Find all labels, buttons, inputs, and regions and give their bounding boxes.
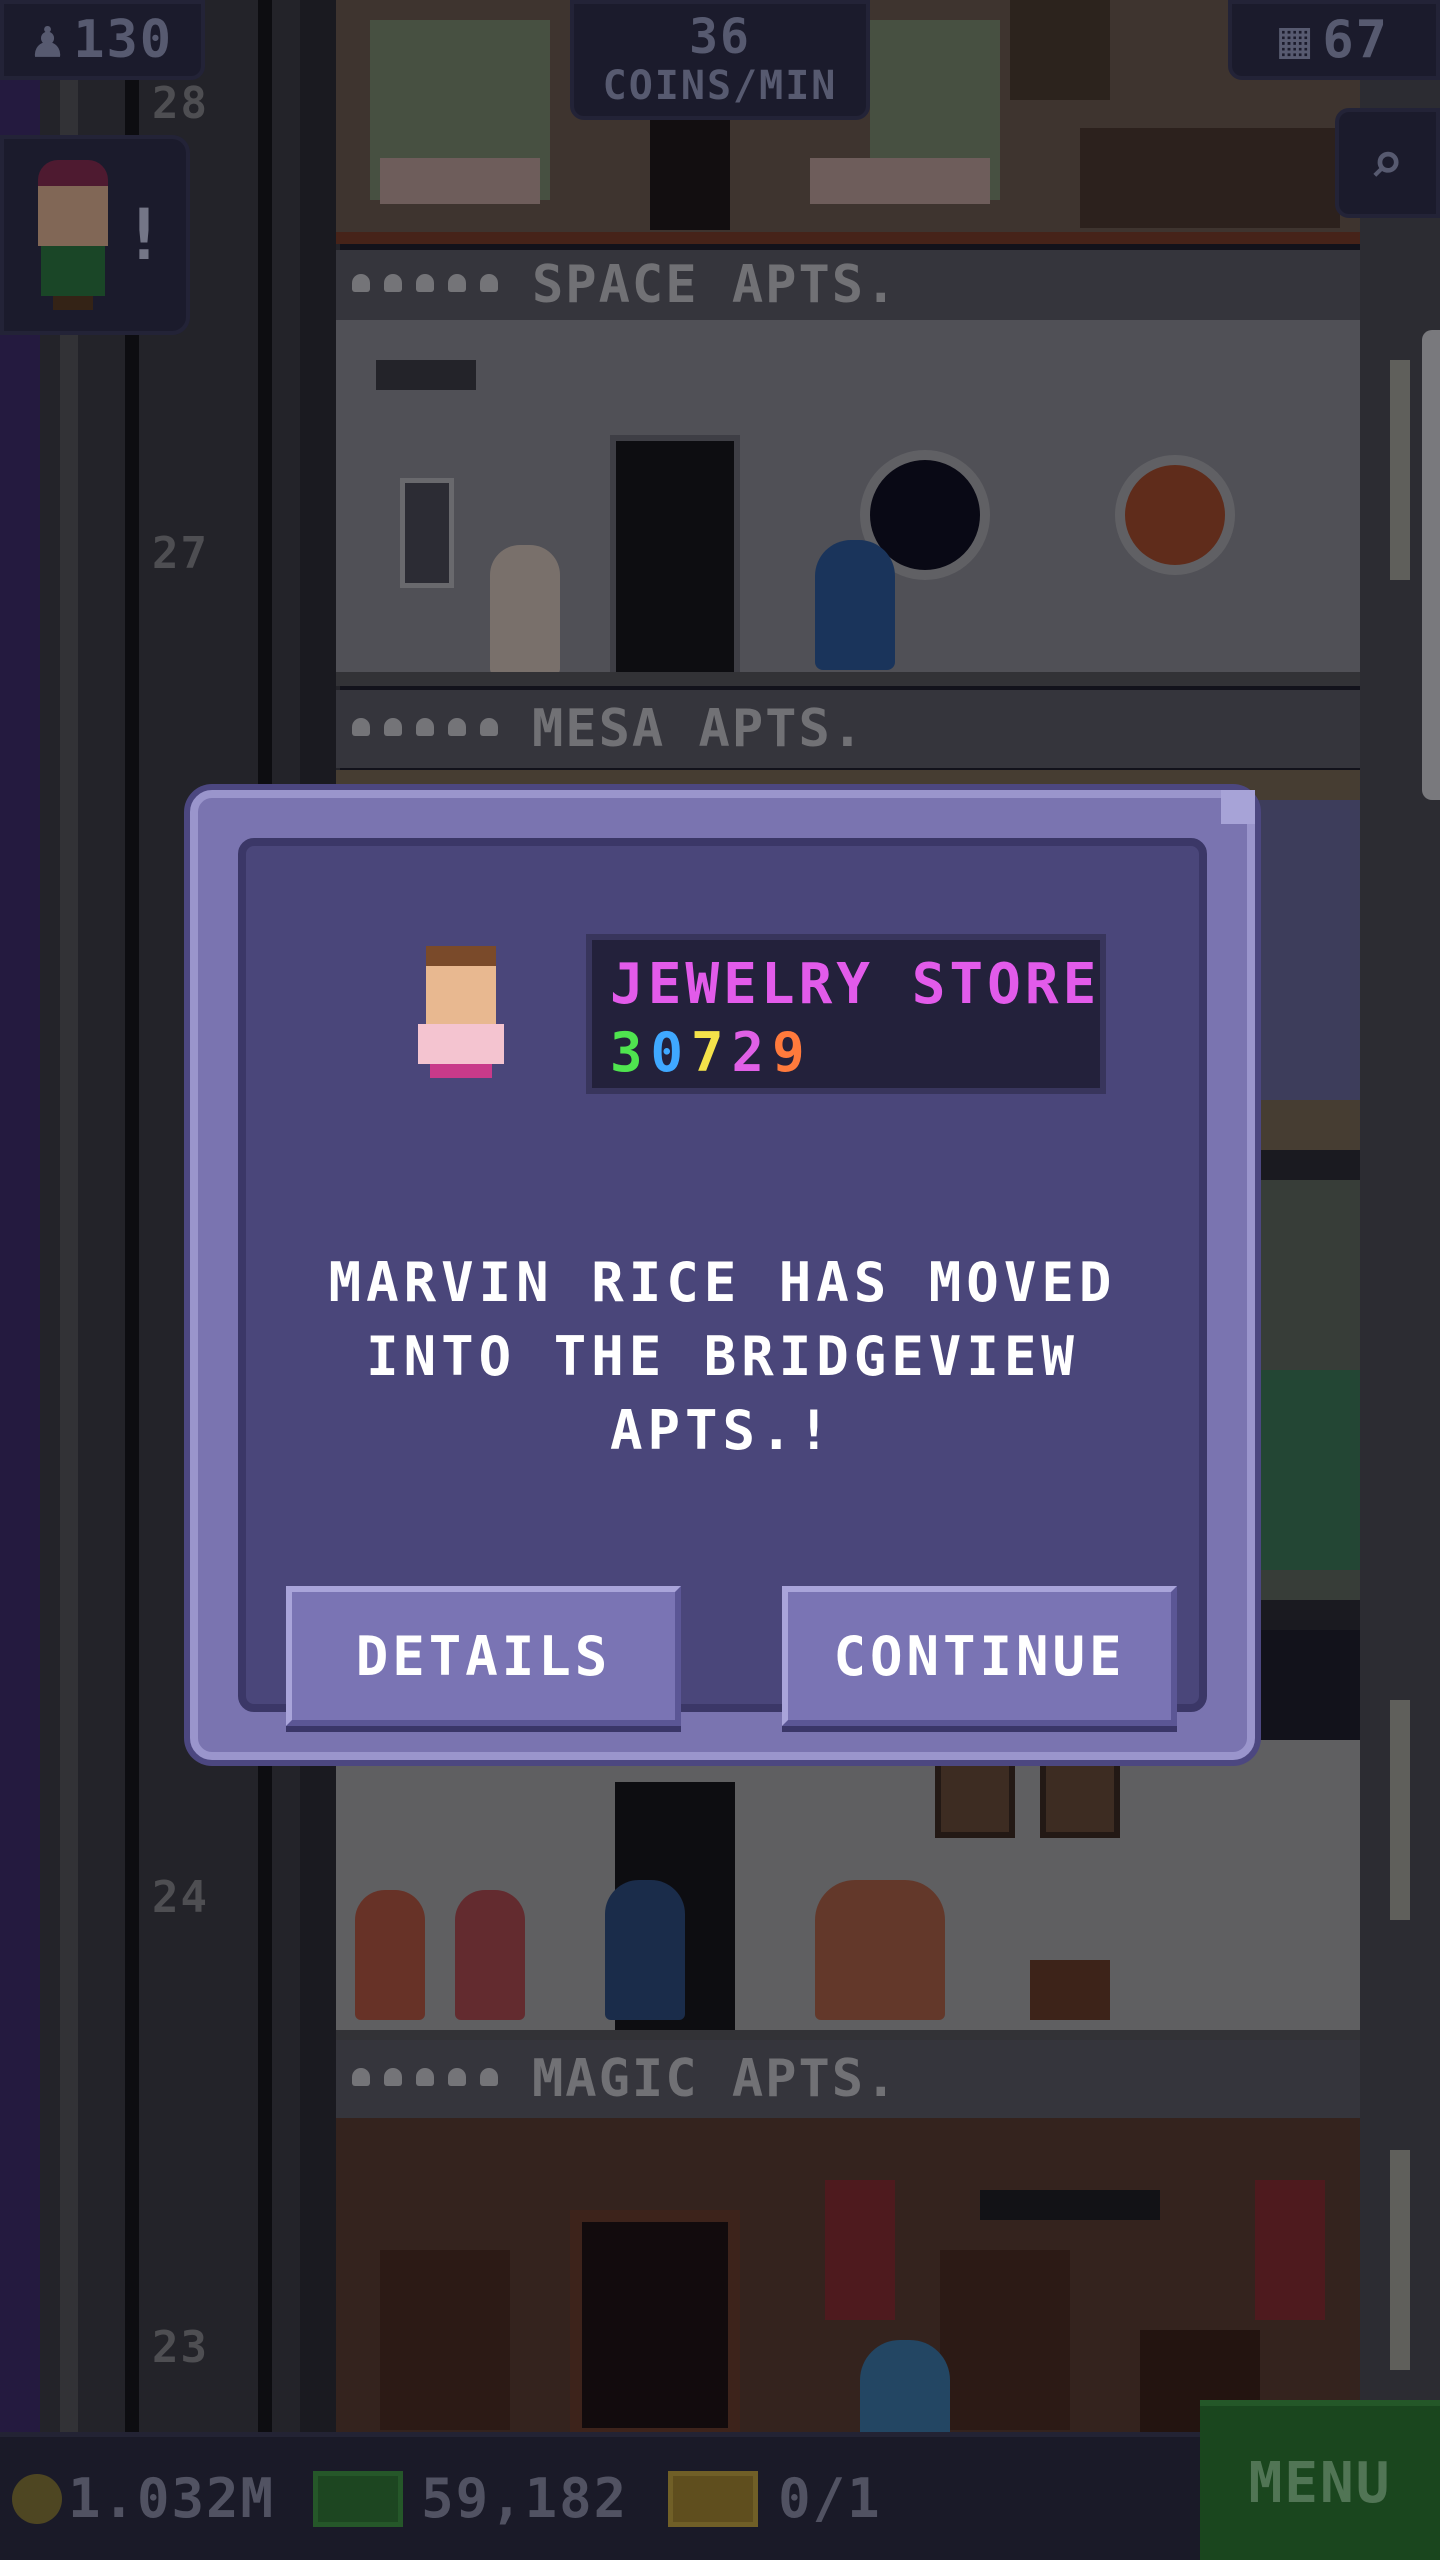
continue-button[interactable]: CONTINUE xyxy=(782,1586,1177,1726)
store-name: JEWELRY STORE xyxy=(610,952,1101,1017)
dialog-message: MARVIN RICE HAS MOVED INTO THE BRIDGEVIE… xyxy=(246,1246,1199,1468)
move-in-dialog: JEWELRY STORE 30729 MARVIN RICE HAS MOVE… xyxy=(190,790,1255,1760)
continue-label: CONTINUE xyxy=(833,1624,1126,1688)
details-label: DETAILS xyxy=(355,1624,612,1688)
store-code: 30729 xyxy=(610,1021,1082,1084)
dialog-panel: JEWELRY STORE 30729 MARVIN RICE HAS MOVE… xyxy=(238,838,1207,1726)
details-button[interactable]: DETAILS xyxy=(286,1586,681,1726)
bitizen-avatar-icon xyxy=(416,946,506,1086)
store-info-box: JEWELRY STORE 30729 xyxy=(586,934,1106,1094)
dialog-message-line1: MARVIN RICE HAS MOVED xyxy=(328,1251,1117,1314)
store-code-digit: 2 xyxy=(731,1021,773,1084)
store-code-digit: 9 xyxy=(772,1021,813,1084)
store-code-digit: 3 xyxy=(610,1021,651,1084)
dialog-message-line2: INTO THE BRIDGEVIEW APTS.! xyxy=(366,1325,1079,1462)
store-code-digit: 0 xyxy=(650,1021,692,1084)
store-code-digit: 7 xyxy=(691,1021,732,1084)
